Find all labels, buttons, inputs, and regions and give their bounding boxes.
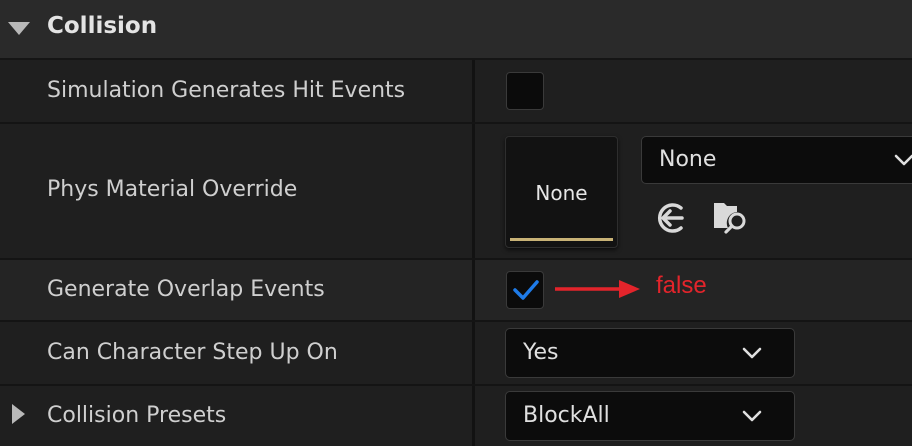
column-divider[interactable] xyxy=(472,124,475,258)
asset-thumbnail[interactable]: None xyxy=(505,136,618,248)
use-selected-icon[interactable] xyxy=(653,200,689,236)
section-title: Collision xyxy=(47,13,158,39)
combo-value: BlockAll xyxy=(523,403,610,428)
column-divider[interactable] xyxy=(472,260,475,320)
chevron-down-icon xyxy=(742,347,762,359)
step-up-combo[interactable]: Yes xyxy=(505,328,795,378)
browse-asset-icon[interactable] xyxy=(712,198,752,236)
column-divider[interactable] xyxy=(472,386,475,446)
combo-value: None xyxy=(659,147,717,172)
combo-value: Yes xyxy=(523,340,559,365)
row-generate-overlap-events: Generate Overlap Events xyxy=(0,260,912,322)
overlap-events-checkbox[interactable] xyxy=(506,271,544,309)
thumbnail-color-bar xyxy=(510,238,613,241)
overlap-events-label: Generate Overlap Events xyxy=(47,277,325,302)
column-divider[interactable] xyxy=(472,322,475,384)
row-simulation-generates-hit-events: Simulation Generates Hit Events xyxy=(0,60,912,124)
row-can-character-step-up-on: Can Character Step Up On Yes xyxy=(0,322,912,386)
collapse-triangle-icon[interactable] xyxy=(8,22,30,35)
expand-triangle-icon[interactable] xyxy=(12,404,25,424)
checkmark-icon xyxy=(513,280,539,300)
hit-events-label: Simulation Generates Hit Events xyxy=(47,78,406,103)
annotation-arrow-icon xyxy=(555,280,640,298)
collision-section-header[interactable]: Collision xyxy=(0,0,912,60)
hit-events-checkbox[interactable] xyxy=(506,72,544,110)
phys-material-label: Phys Material Override xyxy=(47,177,298,202)
details-panel: Collision Simulation Generates Hit Event… xyxy=(0,0,912,446)
row-phys-material-override: Phys Material Override None None xyxy=(0,124,912,260)
phys-material-combo[interactable]: None xyxy=(641,136,912,184)
presets-combo[interactable]: BlockAll xyxy=(505,391,795,441)
chevron-down-icon xyxy=(742,410,762,422)
column-divider[interactable] xyxy=(472,60,475,122)
step-up-label: Can Character Step Up On xyxy=(47,340,338,365)
chevron-down-icon xyxy=(894,154,912,166)
thumbnail-text: None xyxy=(535,181,588,205)
row-collision-presets: Collision Presets BlockAll xyxy=(0,386,912,446)
annotation-text: false xyxy=(656,272,707,299)
presets-label: Collision Presets xyxy=(47,403,227,428)
